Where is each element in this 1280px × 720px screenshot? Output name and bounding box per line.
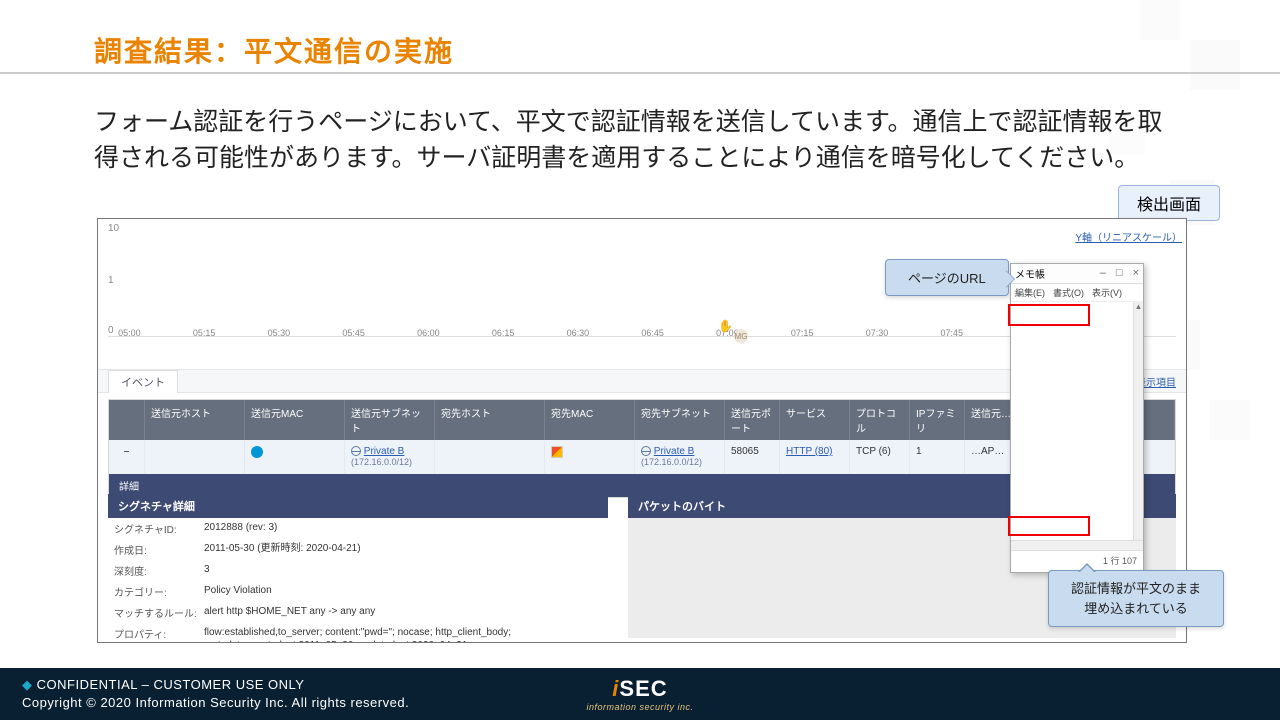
dst-subnet-cidr: (172.16.0.0/12): [641, 457, 702, 467]
xtick: 06:45: [641, 328, 664, 338]
diamond-icon: ◆: [22, 677, 33, 692]
kv-row: シグネチャID:2012888 (rev: 3): [108, 518, 608, 539]
src-subnet-link[interactable]: Private B: [364, 446, 405, 457]
th-dst-mac[interactable]: 宛先MAC: [545, 400, 635, 440]
ytick-1: 1: [108, 275, 114, 286]
slide-title: 調査結果：平文通信の実施: [94, 30, 454, 70]
kv-row: 作成日:2011-05-30 (更新時刻: 2020-04-21): [108, 539, 608, 560]
kv-row: マッチするルール:alert http $HOME_NET any -> any…: [108, 602, 608, 623]
service-link[interactable]: HTTP (80): [786, 446, 833, 457]
cell-src-mac: [245, 440, 345, 474]
ytick-10: 10: [108, 223, 119, 234]
yaxis-scale-link[interactable]: Y軸（リニアスケール）: [1075, 229, 1182, 244]
title-divider: [0, 72, 1280, 74]
highlight-url-box: [1008, 304, 1090, 326]
chart-marker-mg: MG: [734, 329, 748, 343]
xtick: 05:30: [268, 328, 291, 338]
globe-icon: [641, 446, 651, 456]
scrollbar-vertical[interactable]: ▲ ▼: [1133, 302, 1143, 550]
tab-event[interactable]: イベント: [108, 370, 178, 393]
callout-page-url: ページのURL: [885, 259, 1009, 296]
src-subnet-cidr: (172.16.0.0/12): [351, 457, 412, 467]
xtick: 06:15: [492, 328, 515, 338]
highlight-credentials-box: [1008, 516, 1090, 536]
footer-confidential: CONFIDENTIAL – CUSTOMER USE ONLY: [37, 677, 305, 692]
globe-icon: [351, 446, 361, 456]
th-expand: [109, 400, 145, 440]
cursor-icon: ✋: [718, 319, 733, 333]
th-dst-subnet[interactable]: 宛先サブネット: [635, 400, 725, 440]
notepad-menubar[interactable]: 編集(E) 書式(O) 表示(V): [1011, 284, 1143, 302]
window-maximize-icon[interactable]: □: [1116, 268, 1123, 279]
xtick: 06:00: [417, 328, 440, 338]
th-ip-family[interactable]: IPファミリ: [910, 400, 965, 440]
signature-detail-panel: シグネチャ詳細 シグネチャID:2012888 (rev: 3) 作成日:201…: [108, 494, 608, 643]
detection-screen-label: 検出画面: [1118, 185, 1220, 221]
scrollbar-horizontal[interactable]: [1011, 540, 1143, 550]
th-src-subnet[interactable]: 送信元サブネット: [345, 400, 435, 440]
cell-dst-host: [435, 440, 545, 474]
th-service[interactable]: サービス: [780, 400, 850, 440]
callout-plaintext-credentials: 認証情報が平文のまま埋め込まれている: [1048, 570, 1224, 627]
th-src-host[interactable]: 送信元ホスト: [145, 400, 245, 440]
xtick: 05:45: [342, 328, 365, 338]
window-minimize-icon[interactable]: –: [1100, 268, 1106, 279]
xtick: 05:15: [193, 328, 216, 338]
menu-view[interactable]: 表示(V): [1092, 286, 1122, 299]
dst-subnet-link[interactable]: Private B: [654, 446, 695, 457]
kv-row: 深刻度:3: [108, 560, 608, 581]
th-src-mac[interactable]: 送信元MAC: [245, 400, 345, 440]
kv-row: プロパティ:flow:established,to_server; conten…: [108, 623, 608, 643]
window-close-icon[interactable]: ×: [1133, 268, 1139, 279]
windows-icon: [551, 446, 563, 458]
xtick: 05:00: [118, 328, 141, 338]
footer-copyright: Copyright © 2020 Information Security In…: [22, 694, 409, 712]
th-src-port[interactable]: 送信元ポート: [725, 400, 780, 440]
cell-ip-family: 1: [910, 440, 965, 474]
ytick-0: 0: [108, 325, 114, 336]
isec-logo: iSEC information security inc.: [586, 676, 693, 712]
notepad-status-bar: 1 行 107: [1011, 550, 1143, 570]
cell-dst-mac: [545, 440, 635, 474]
notepad-titlebar[interactable]: メモ帳 – □ ×: [1011, 264, 1143, 284]
cell-src-host: [145, 440, 245, 474]
cell-src-port: 58065: [725, 440, 780, 474]
slide-description: フォーム認証を行うページにおいて、平文で認証情報を送信しています。通信上で認証情…: [94, 104, 1174, 177]
th-protocol[interactable]: プロトコル: [850, 400, 910, 440]
xtick: 07:15: [791, 328, 814, 338]
xtick: 07:45: [940, 328, 963, 338]
hp-icon: [251, 446, 263, 458]
menu-format[interactable]: 書式(O): [1053, 286, 1084, 299]
slide-footer: ◆ CONFIDENTIAL – CUSTOMER USE ONLY Copyr…: [0, 668, 1280, 720]
kv-row: カテゴリー:Policy Violation: [108, 581, 608, 602]
signature-panel-title: シグネチャ詳細: [108, 494, 608, 518]
xtick: 06:30: [567, 328, 590, 338]
notepad-text-area[interactable]: ▲ ▼: [1011, 302, 1143, 550]
cell-dst-subnet: Private B (172.16.0.0/12): [635, 440, 725, 474]
cell-protocol: TCP (6): [850, 440, 910, 474]
scroll-up-icon[interactable]: ▲: [1135, 302, 1143, 311]
xtick: 07:30: [866, 328, 889, 338]
cell-src-subnet: Private B (172.16.0.0/12): [345, 440, 435, 474]
cell-service: HTTP (80): [780, 440, 850, 474]
th-dst-host[interactable]: 宛先ホスト: [435, 400, 545, 440]
expand-row-button[interactable]: –: [109, 440, 145, 474]
